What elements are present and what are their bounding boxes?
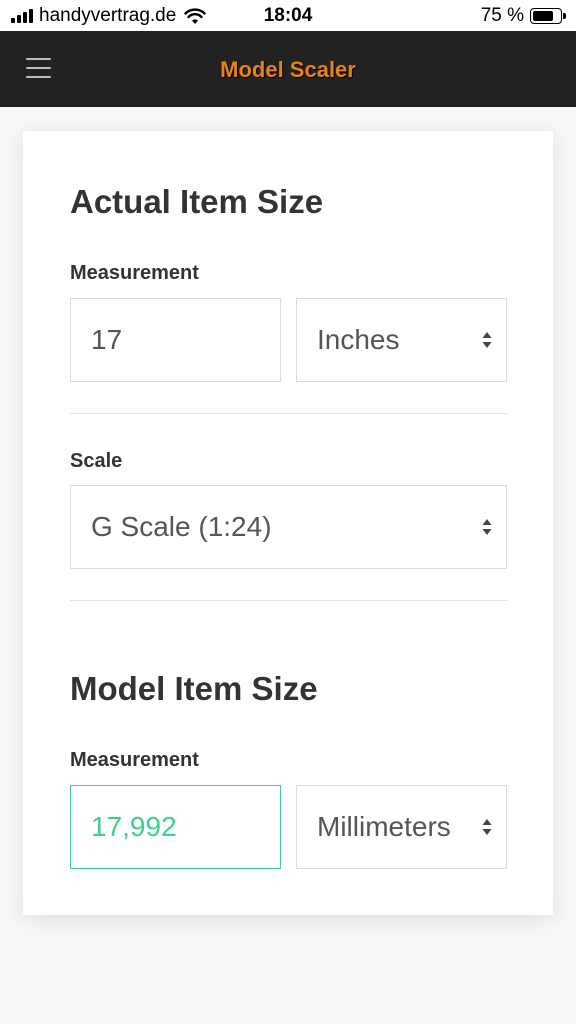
select-arrows-icon: [482, 819, 492, 835]
scale-select[interactable]: G Scale (1:24): [70, 485, 507, 569]
actual-measurement-label: Measurement: [70, 262, 199, 284]
converter-card: Actual Item Size Measurement 17 Inches S…: [23, 131, 553, 915]
navbar: Model Scaler: [0, 31, 576, 107]
scale-label: Scale: [70, 450, 123, 472]
actual-unit-value: Inches: [317, 324, 400, 355]
status-right: 75 %: [480, 5, 566, 27]
divider: [70, 600, 507, 601]
battery-percentage: 75 %: [480, 5, 524, 26]
model-measurement-label: Measurement: [70, 749, 199, 771]
model-item-size-heading: Model Item Size: [70, 670, 318, 707]
actual-item-size-heading: Actual Item Size: [70, 183, 324, 220]
app-title: Model Scaler: [220, 57, 356, 82]
model-unit-value: Millimeters: [317, 811, 451, 842]
divider: [70, 413, 507, 414]
select-arrows-icon: [482, 332, 492, 348]
status-bar: handyvertrag.de 18:04 75 %: [0, 0, 576, 31]
scale-value: G Scale (1:24): [91, 511, 272, 542]
model-unit-select[interactable]: Millimeters: [296, 785, 507, 869]
battery-icon: [530, 8, 566, 24]
model-measurement-output[interactable]: 17,992: [70, 785, 281, 869]
model-measurement-value: 17,992: [91, 811, 177, 842]
select-arrows-icon: [482, 519, 492, 535]
actual-unit-select[interactable]: Inches: [296, 298, 507, 382]
actual-measurement-value: 17: [91, 324, 123, 355]
actual-measurement-input[interactable]: 17: [70, 298, 281, 382]
battery-level-fill: [533, 11, 553, 21]
